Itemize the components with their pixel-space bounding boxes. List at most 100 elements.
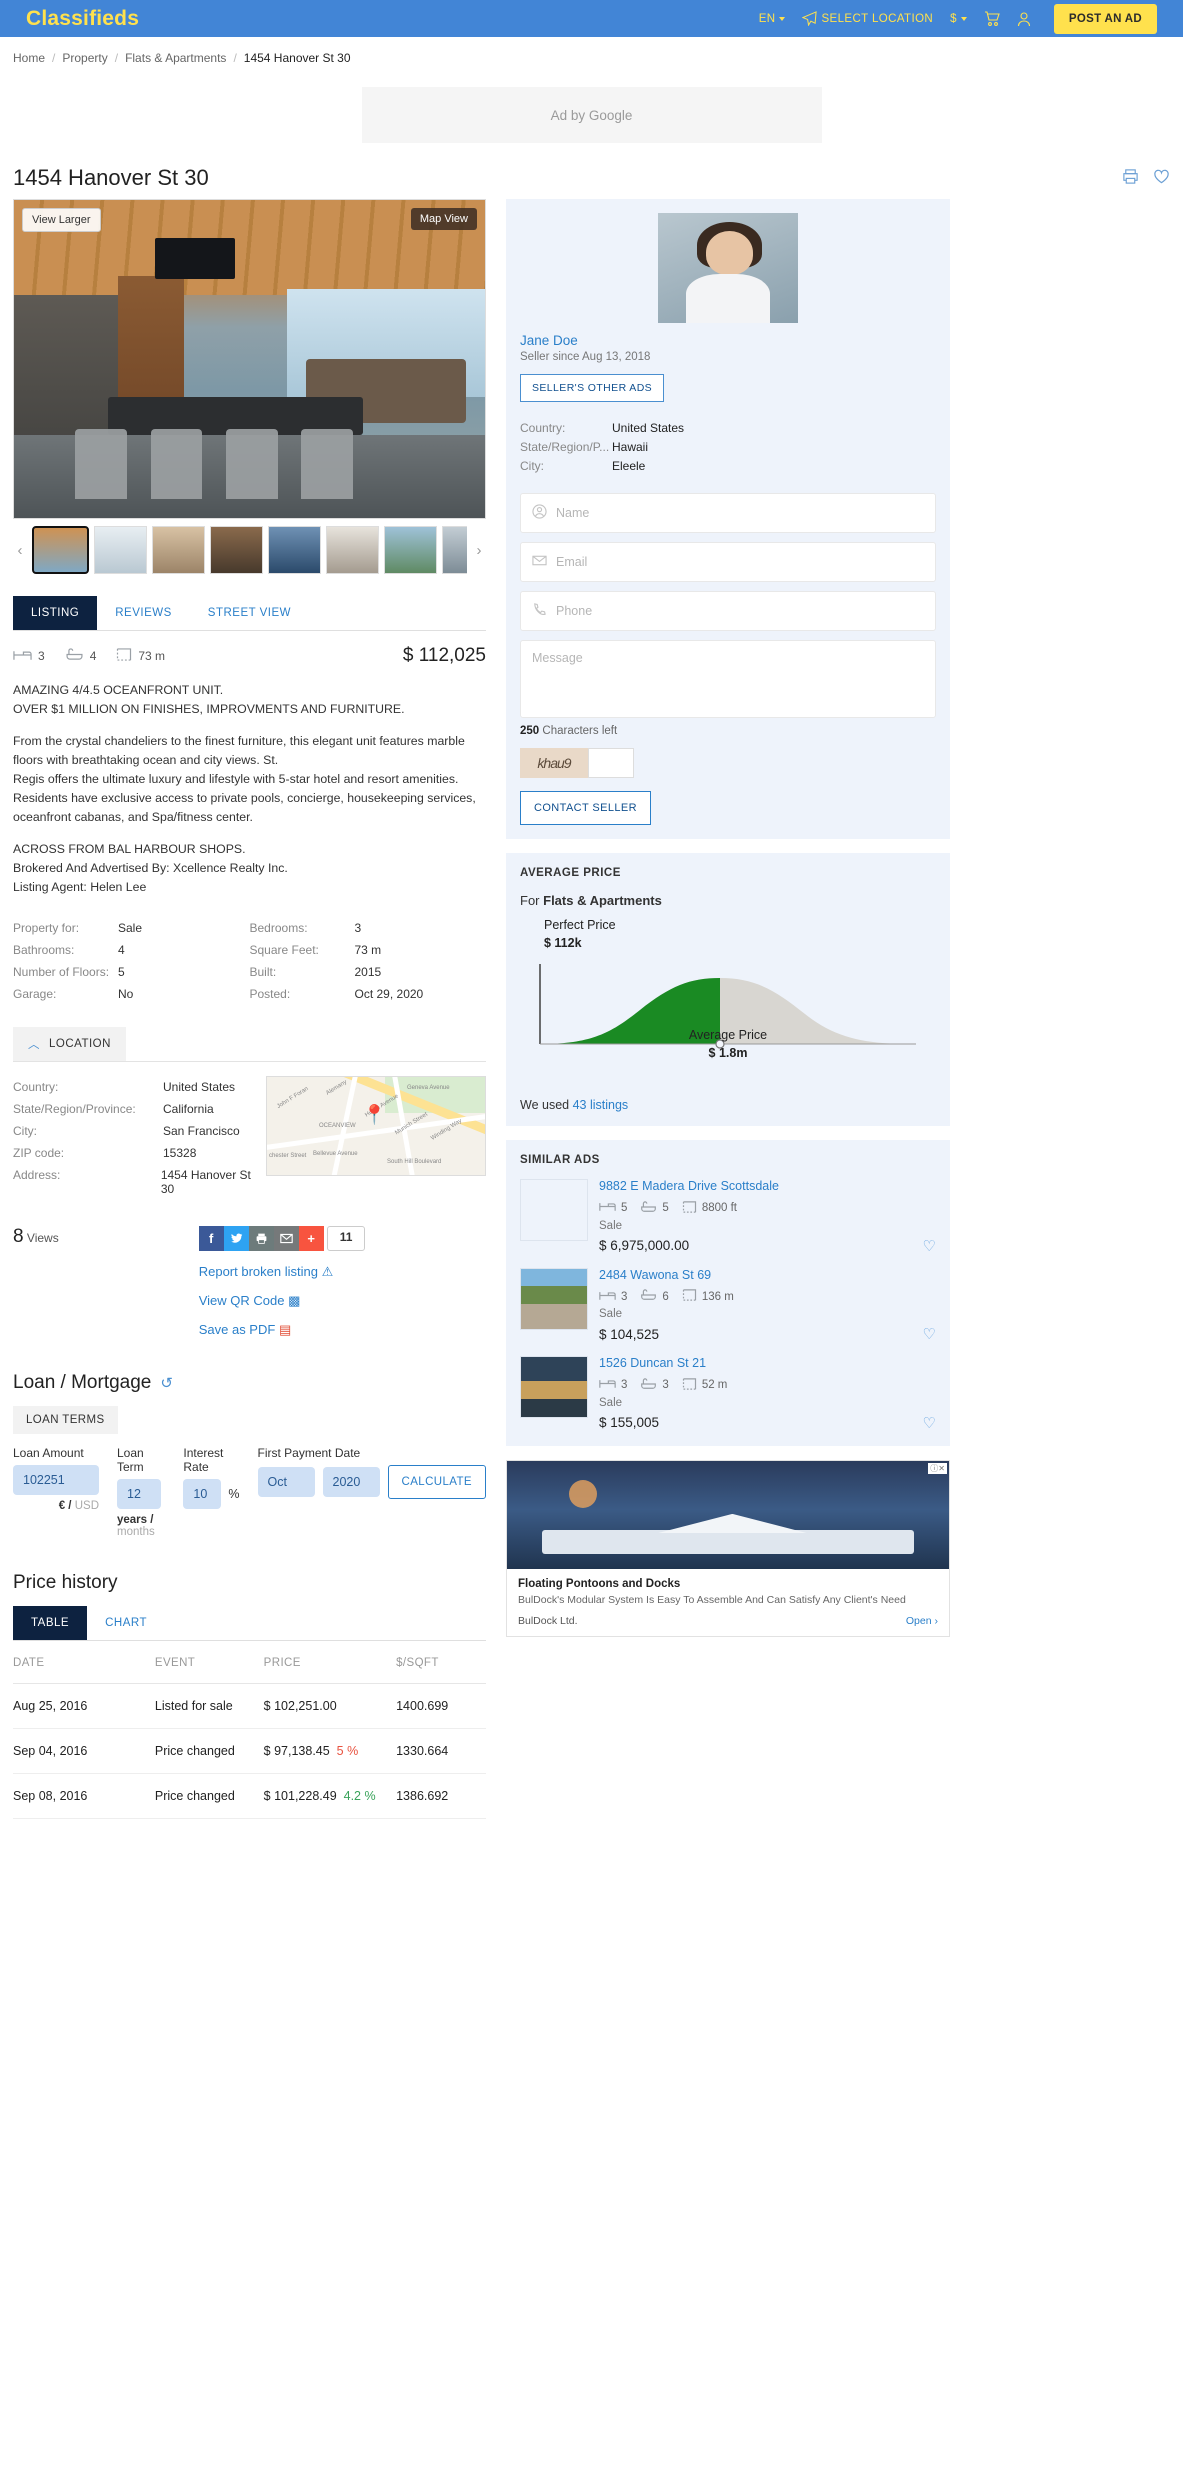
captcha-input[interactable]	[588, 748, 634, 778]
location-map[interactable]: John F Foran Huron Avenue Alemany Geneva…	[266, 1076, 486, 1177]
currency-label: $	[950, 12, 957, 25]
map-view-button[interactable]: Map View	[410, 208, 477, 230]
sponsored-ad-description: BulDock's Modular System Is Easy To Asse…	[518, 1593, 906, 1606]
loan-amount-unit-muted: USD	[74, 1500, 99, 1513]
site-logo[interactable]: Classifieds	[26, 7, 139, 31]
first-payment-month-select[interactable]: Oct	[257, 1467, 315, 1498]
contact-message-field[interactable]: Message	[520, 640, 936, 718]
seller-name-link[interactable]: Jane Doe	[520, 333, 936, 348]
google-ad-banner[interactable]: Ad by Google	[361, 87, 822, 143]
reload-icon[interactable]: ↺	[160, 1374, 173, 1392]
list-item[interactable]: 2484 Wawona St 69 3 6 136 m Sale $ 104,5…	[520, 1267, 936, 1343]
tab-table[interactable]: TABLE	[13, 1606, 88, 1641]
sellers-other-ads-button[interactable]: SELLER'S OTHER ADS	[520, 374, 665, 402]
sponsored-ad-open-link[interactable]: Open ›	[906, 1615, 938, 1627]
loan-term-unit-muted: months	[117, 1526, 155, 1539]
column-header-sqft: $/SQFT	[396, 1643, 486, 1685]
cell-price: $ 101,228.49 4.2 %	[263, 1773, 397, 1820]
contact-name-field[interactable]: Name	[520, 493, 936, 533]
fact-bedrooms: 3	[599, 1378, 627, 1392]
breadcrumb-item-flats[interactable]: Flats & Apartments	[125, 51, 226, 65]
print-icon[interactable]	[1122, 168, 1139, 188]
view-larger-button[interactable]: View Larger	[22, 208, 101, 232]
gallery-main-image[interactable]: View Larger Map View	[13, 199, 486, 519]
row-label: Bedrooms:	[249, 921, 308, 936]
user-icon	[1016, 11, 1031, 27]
favorite-heart-icon[interactable]: ♡	[923, 1325, 936, 1343]
similar-ad-body: 1526 Duncan St 21 3 3 52 m Sale $ 155,00…	[599, 1356, 936, 1432]
favorite-heart-icon[interactable]: ♡	[923, 1237, 936, 1255]
language-selector[interactable]: EN	[759, 13, 786, 25]
share-twitter-icon[interactable]	[223, 1226, 249, 1252]
breadcrumb-item-home[interactable]: Home	[13, 51, 45, 65]
for-prefix: For	[520, 893, 540, 908]
thumbnail-1[interactable]	[32, 526, 89, 574]
ad-choices-icon[interactable]: ⓘ✕	[928, 1462, 947, 1474]
tab-chart[interactable]: CHART	[87, 1606, 165, 1640]
chevron-left-icon[interactable]: ‹	[13, 542, 27, 559]
user-account-button[interactable]	[1016, 11, 1031, 27]
thumbnail-6[interactable]	[326, 526, 379, 574]
save-as-pdf-link[interactable]: Save as PDF ▤	[199, 1322, 366, 1338]
used-listings-link[interactable]: 43 listings	[573, 1098, 629, 1112]
thumbnail-2[interactable]	[94, 526, 147, 574]
bath-icon	[640, 1378, 657, 1393]
similar-ad-price-row: $ 104,525 ♡	[599, 1325, 936, 1343]
loan-term-input[interactable]	[117, 1479, 161, 1510]
similar-ad-title[interactable]: 1526 Duncan St 21	[599, 1356, 936, 1372]
location-section-toggle[interactable]: ︿ LOCATION	[13, 1027, 126, 1062]
list-item[interactable]: 1526 Duncan St 21 3 3 52 m Sale $ 155,00…	[520, 1356, 936, 1432]
favorite-heart-icon[interactable]: ♡	[923, 1414, 936, 1432]
breadcrumb-item-property[interactable]: Property	[62, 51, 107, 65]
contact-phone-field[interactable]: Phone	[520, 591, 936, 631]
share-email-icon[interactable]	[273, 1226, 299, 1252]
list-item[interactable]: 9882 E Madera Drive Scottsdale 5 5 8800 …	[520, 1179, 936, 1255]
qr-icon: ▩	[288, 1293, 301, 1309]
bed-icon	[13, 649, 32, 664]
cell-event: Price changed	[154, 1728, 264, 1775]
similar-ad-title[interactable]: 2484 Wawona St 69	[599, 1268, 936, 1284]
post-an-ad-button[interactable]: POST AN AD	[1053, 3, 1157, 34]
share-facebook-icon[interactable]: f	[198, 1226, 224, 1252]
tab-reviews[interactable]: REVIEWS	[97, 596, 190, 630]
views-counter: 8 Views	[13, 1226, 59, 1338]
chevron-right-icon[interactable]: ›	[472, 542, 486, 559]
map-street-label: South Hill Boulevard	[387, 1159, 442, 1166]
fact-bedrooms-value: 3	[621, 1290, 628, 1303]
report-broken-listing-link[interactable]: Report broken listing ⚠	[199, 1264, 366, 1280]
cell-price: $ 97,138.45 5 %	[263, 1728, 397, 1775]
select-location-button[interactable]: SELECT LOCATION	[802, 11, 933, 26]
contact-email-placeholder: Email	[556, 555, 588, 569]
contact-seller-button[interactable]: CONTACT SELLER	[520, 791, 651, 825]
tab-listing[interactable]: LISTING	[13, 596, 98, 630]
loan-terms-tab[interactable]: LOAN TERMS	[13, 1406, 118, 1435]
loan-amount-label: Loan Amount	[13, 1446, 84, 1461]
thumbnail-list	[32, 526, 467, 574]
thumbnail-5[interactable]	[268, 526, 321, 574]
breadcrumb-separator: /	[233, 51, 237, 65]
thumbnail-7[interactable]	[384, 526, 437, 574]
map-street-label: Alemany	[325, 1079, 349, 1098]
share-print-icon[interactable]	[248, 1226, 274, 1252]
currency-selector[interactable]: $	[950, 13, 967, 25]
row-value: United States	[612, 420, 685, 435]
contact-email-field[interactable]: Email	[520, 542, 936, 582]
first-payment-year-select[interactable]: 2020	[322, 1467, 380, 1498]
sponsored-ad[interactable]: ⓘ✕ Floating Pontoons and Docks BulDock's…	[506, 1459, 950, 1637]
cell-event: Price changed	[154, 1773, 264, 1820]
calculate-button[interactable]: CALCULATE	[387, 1465, 486, 1500]
favorite-heart-icon[interactable]	[1153, 168, 1170, 188]
interest-rate-input[interactable]	[183, 1479, 222, 1510]
thumbnail-3[interactable]	[152, 526, 205, 574]
similar-ad-title[interactable]: 9882 E Madera Drive Scottsdale	[599, 1179, 936, 1195]
tab-street-view[interactable]: STREET VIEW	[190, 596, 309, 630]
row-label: Country:	[13, 1080, 59, 1095]
description-line: OVER $1 MILLION ON FINISHES, IMPROVMENTS…	[13, 702, 405, 717]
thumbnail-4[interactable]	[210, 526, 263, 574]
description-block-1: AMAZING 4/4.5 OCEANFRONT UNIT. OVER $1 M…	[13, 681, 486, 719]
loan-amount-input[interactable]	[13, 1465, 99, 1496]
cart-button[interactable]	[984, 11, 1000, 26]
share-more-icon[interactable]: +	[298, 1226, 324, 1252]
thumbnail-8[interactable]	[442, 526, 467, 574]
view-qr-code-link[interactable]: View QR Code ▩	[199, 1293, 366, 1309]
